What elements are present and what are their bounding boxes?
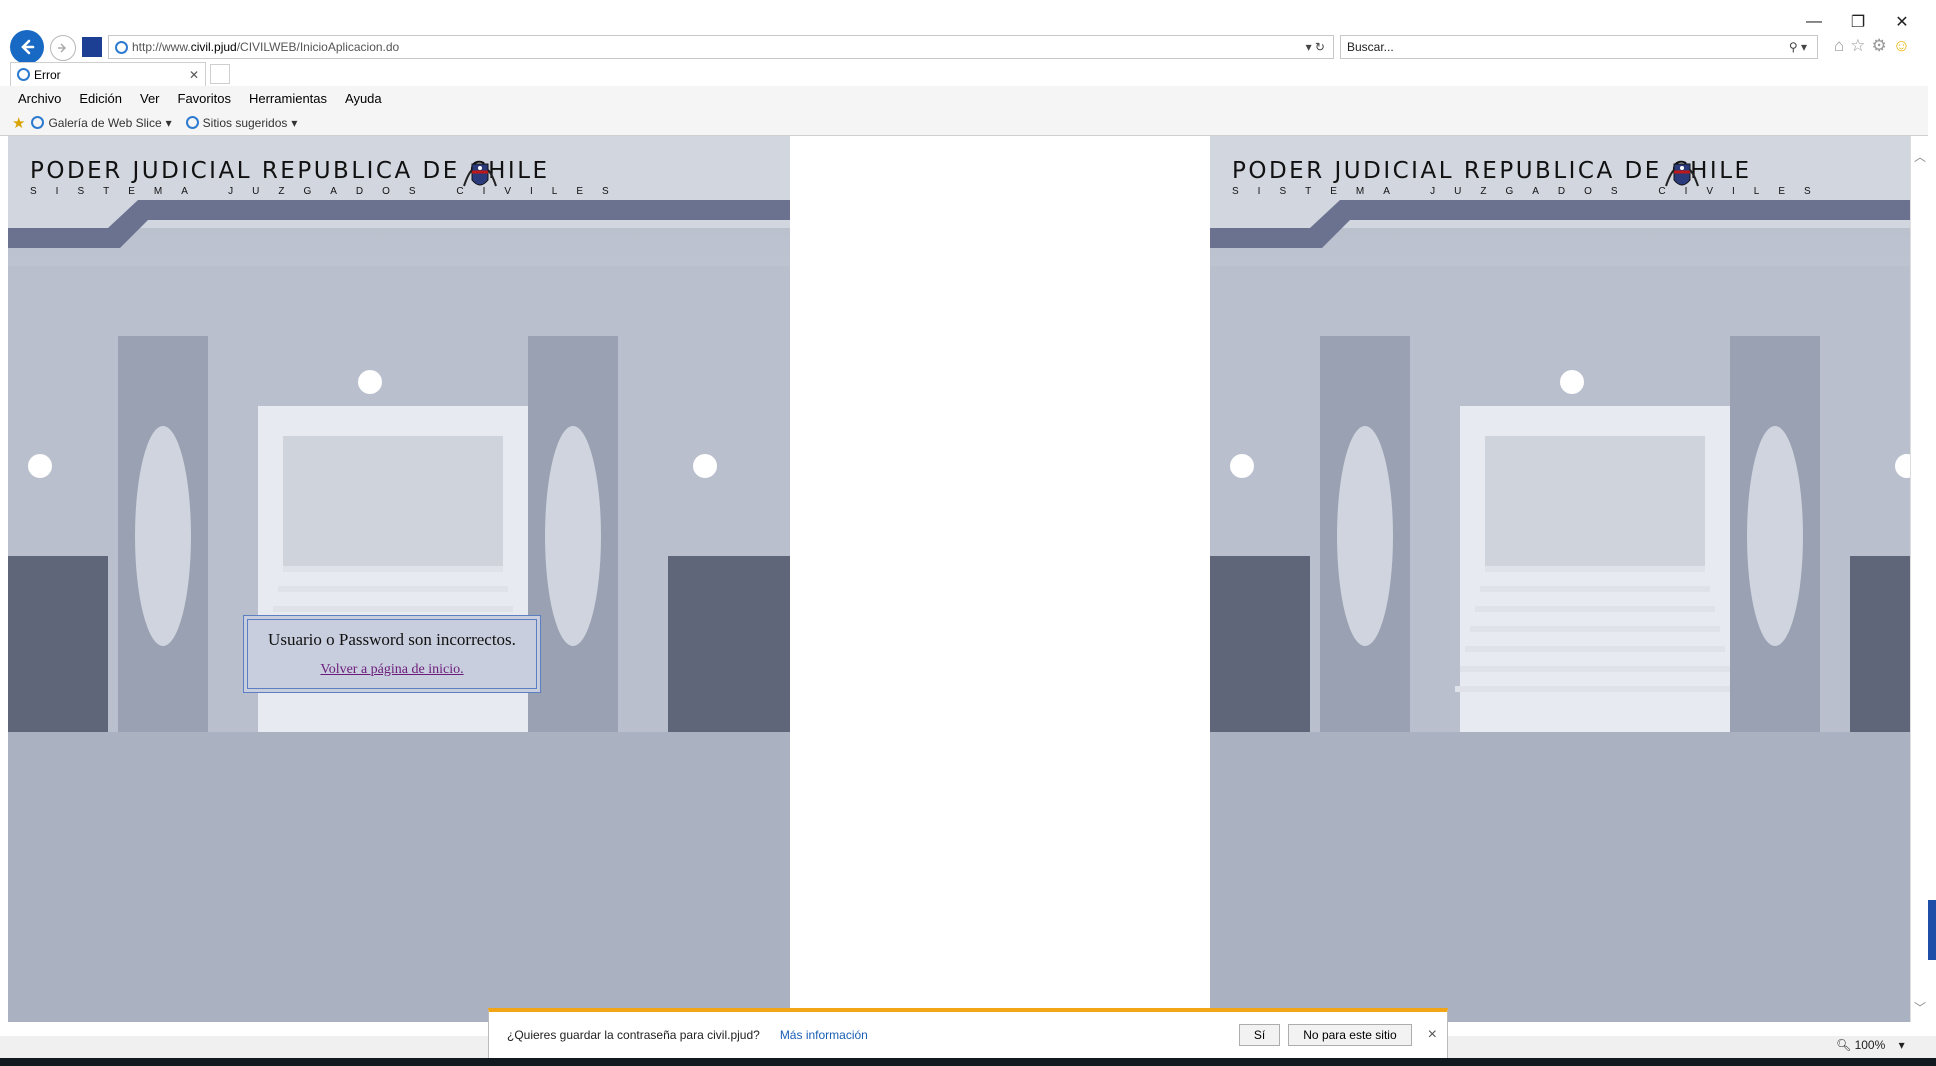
- back-button[interactable]: [10, 30, 44, 64]
- menu-archivo[interactable]: Archivo: [0, 91, 70, 106]
- zoom-icon: 🔍︎: [1836, 1038, 1852, 1052]
- taskbar: [0, 1058, 1936, 1066]
- ie-tab-icon: [17, 68, 30, 81]
- close-notification-icon[interactable]: ×: [1428, 1026, 1437, 1044]
- ie-page-icon: [115, 40, 128, 54]
- window-edge-accent: [1928, 900, 1936, 960]
- fav-suggested-sites[interactable]: Sitios sugeridos ▾: [185, 115, 298, 130]
- left-frame: PODER JUDICIAL REPUBLICA DE CHILE SISTEM…: [8, 136, 790, 1022]
- menu-ver[interactable]: Ver: [131, 91, 169, 106]
- courthouse-photo: PODER JUDICIAL REPUBLICA DE CHILE SISTEM…: [1210, 136, 1910, 732]
- search-input[interactable]: Buscar...: [1347, 40, 1394, 54]
- tab-error[interactable]: Error ✕: [10, 62, 206, 86]
- ie-fav-icon: [185, 116, 199, 129]
- back-arrow-icon: [21, 39, 35, 55]
- smiley-feedback-icon[interactable]: ☺: [1893, 36, 1916, 55]
- password-save-bar: ¿Quieres guardar la contraseña para civi…: [488, 1008, 1448, 1058]
- favorites-add-icon[interactable]: ★: [12, 114, 25, 132]
- error-message: Usuario o Password son incorrectos.: [268, 630, 516, 649]
- search-box[interactable]: Buscar... ⚲ ▾: [1340, 35, 1818, 59]
- url-host: civil.pjud: [190, 40, 237, 54]
- zoom-control[interactable]: 🔍︎ 100% ▾: [1836, 1038, 1905, 1052]
- fav-suggested-label: Sitios sugeridos: [202, 115, 288, 130]
- minimize-button[interactable]: —: [1798, 8, 1830, 36]
- save-password-question: ¿Quieres guardar la contraseña para civi…: [507, 1028, 760, 1042]
- back-to-home-link[interactable]: Volver a página de inicio.: [320, 662, 463, 678]
- more-info-link[interactable]: Más información: [780, 1028, 868, 1042]
- settings-gear-icon[interactable]: ⚙: [1872, 36, 1893, 55]
- right-frame: PODER JUDICIAL REPUBLICA DE CHILE SISTEM…: [1210, 136, 1910, 1022]
- tab-close-icon[interactable]: ✕: [189, 68, 199, 82]
- chevron-down-icon: ▾: [1898, 1038, 1905, 1052]
- favorites-star-icon[interactable]: ☆: [1850, 36, 1871, 55]
- forward-button[interactable]: [50, 35, 76, 61]
- menu-favoritos[interactable]: Favoritos: [169, 91, 240, 106]
- zoom-level: 100%: [1854, 1038, 1886, 1052]
- close-window-button[interactable]: ✕: [1886, 8, 1918, 36]
- site-favicon-icon: [82, 37, 102, 57]
- vertical-scrollbar[interactable]: ︿ ﹀: [1910, 136, 1929, 1022]
- center-blank-frame: [790, 136, 1210, 1008]
- menu-herramientas[interactable]: Herramientas: [240, 91, 336, 106]
- restore-button[interactable]: ❐: [1842, 8, 1874, 36]
- refresh-icon[interactable]: ▾ ↻: [1306, 40, 1325, 54]
- browser-chrome: — ❐ ✕ http://www. civil.pjud/CIVILWEB/Ini…: [0, 0, 1936, 136]
- chile-coat-of-arms-icon: [1665, 163, 1699, 187]
- forward-arrow-icon: [58, 43, 67, 53]
- banner-subtitle: SISTEMA JUZGADOS CIVILES: [1232, 186, 1830, 197]
- fav-web-slice-gallery[interactable]: Galería de Web Slice ▾: [31, 115, 172, 130]
- error-dialog: Usuario o Password son incorrectos. Volv…: [243, 615, 541, 693]
- url-path: /CIVILWEB/InicioAplicacion.do: [236, 40, 400, 54]
- chevron-down-icon: ▾: [165, 115, 172, 130]
- url-prefix: http://www.: [132, 40, 191, 54]
- menu-bar: Archivo Edición Ver Favoritos Herramient…: [0, 86, 1928, 110]
- banner-subtitle: SISTEMA JUZGADOS CIVILES: [30, 186, 628, 197]
- menu-edicion[interactable]: Edición: [70, 91, 131, 106]
- toolbar-icons: ⌂☆⚙☺: [1834, 36, 1916, 56]
- yes-button[interactable]: Sí: [1238, 1024, 1281, 1046]
- favorites-bar: ★ Galería de Web Slice ▾ Sitios sugerido…: [0, 110, 1928, 136]
- home-icon[interactable]: ⌂: [1834, 36, 1850, 55]
- scroll-up-icon[interactable]: ︿: [1911, 148, 1929, 165]
- chevron-down-icon: ▾: [291, 115, 298, 130]
- menu-ayuda[interactable]: Ayuda: [336, 91, 391, 106]
- search-icon[interactable]: ⚲ ▾: [1789, 40, 1807, 54]
- new-tab-button[interactable]: [210, 64, 230, 84]
- ie-fav-icon: [31, 116, 45, 129]
- not-for-site-button[interactable]: No para este sitio: [1288, 1024, 1412, 1046]
- tab-title: Error: [34, 67, 61, 82]
- fav-web-slice-label: Galería de Web Slice: [48, 115, 162, 130]
- address-bar[interactable]: http://www. civil.pjud/CIVILWEB/InicioApl…: [108, 35, 1334, 59]
- scroll-down-icon[interactable]: ﹀: [1911, 999, 1929, 1016]
- error-dialog-inner: Usuario o Password son incorrectos. Volv…: [247, 619, 537, 689]
- chile-coat-of-arms-icon: [463, 163, 497, 187]
